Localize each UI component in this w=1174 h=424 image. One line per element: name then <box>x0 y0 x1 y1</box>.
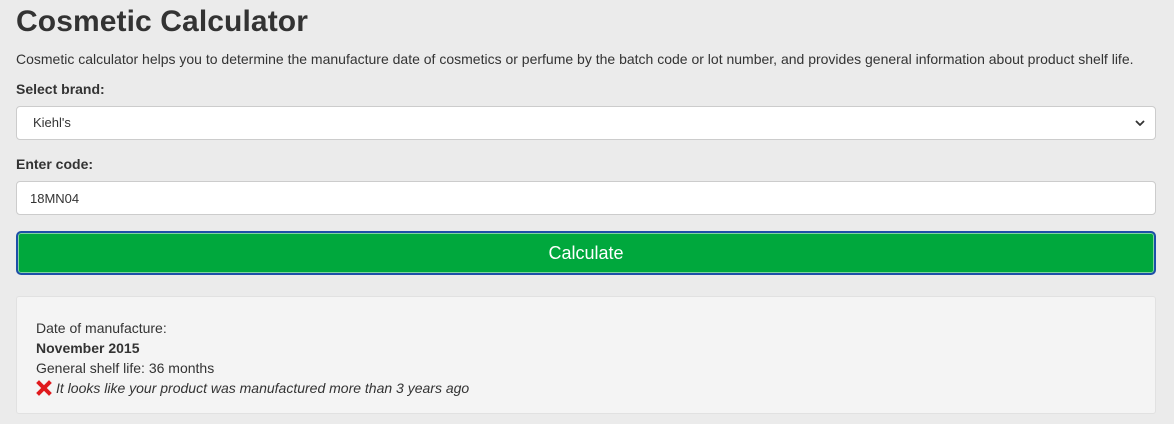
chevron-down-icon <box>1133 116 1147 130</box>
brand-select[interactable]: Kiehl's <box>16 106 1156 140</box>
intro-text: Cosmetic calculator helps you to determi… <box>16 51 1134 67</box>
shelf-life-text: General shelf life: 36 months <box>36 360 215 376</box>
calculator-page: Cosmetic Calculator Cosmetic calculator … <box>0 0 1174 424</box>
date-label: Date of manufacture: <box>36 320 167 336</box>
warning-line: It looks like your product was manufactu… <box>36 378 1136 398</box>
calculate-button[interactable]: Calculate <box>16 231 1156 275</box>
brand-selected-value: Kiehl's <box>33 115 71 130</box>
code-label: Enter code: <box>16 156 94 172</box>
result-panel: Date of manufacture: November 2015 Gener… <box>16 296 1156 414</box>
code-input[interactable] <box>16 181 1156 215</box>
red-x-icon <box>36 380 52 396</box>
manufacture-date: November 2015 <box>36 340 140 356</box>
brand-label: Select brand: <box>16 81 105 97</box>
page-title: Cosmetic Calculator <box>16 5 308 38</box>
warning-text: It looks like your product was manufactu… <box>56 380 470 396</box>
